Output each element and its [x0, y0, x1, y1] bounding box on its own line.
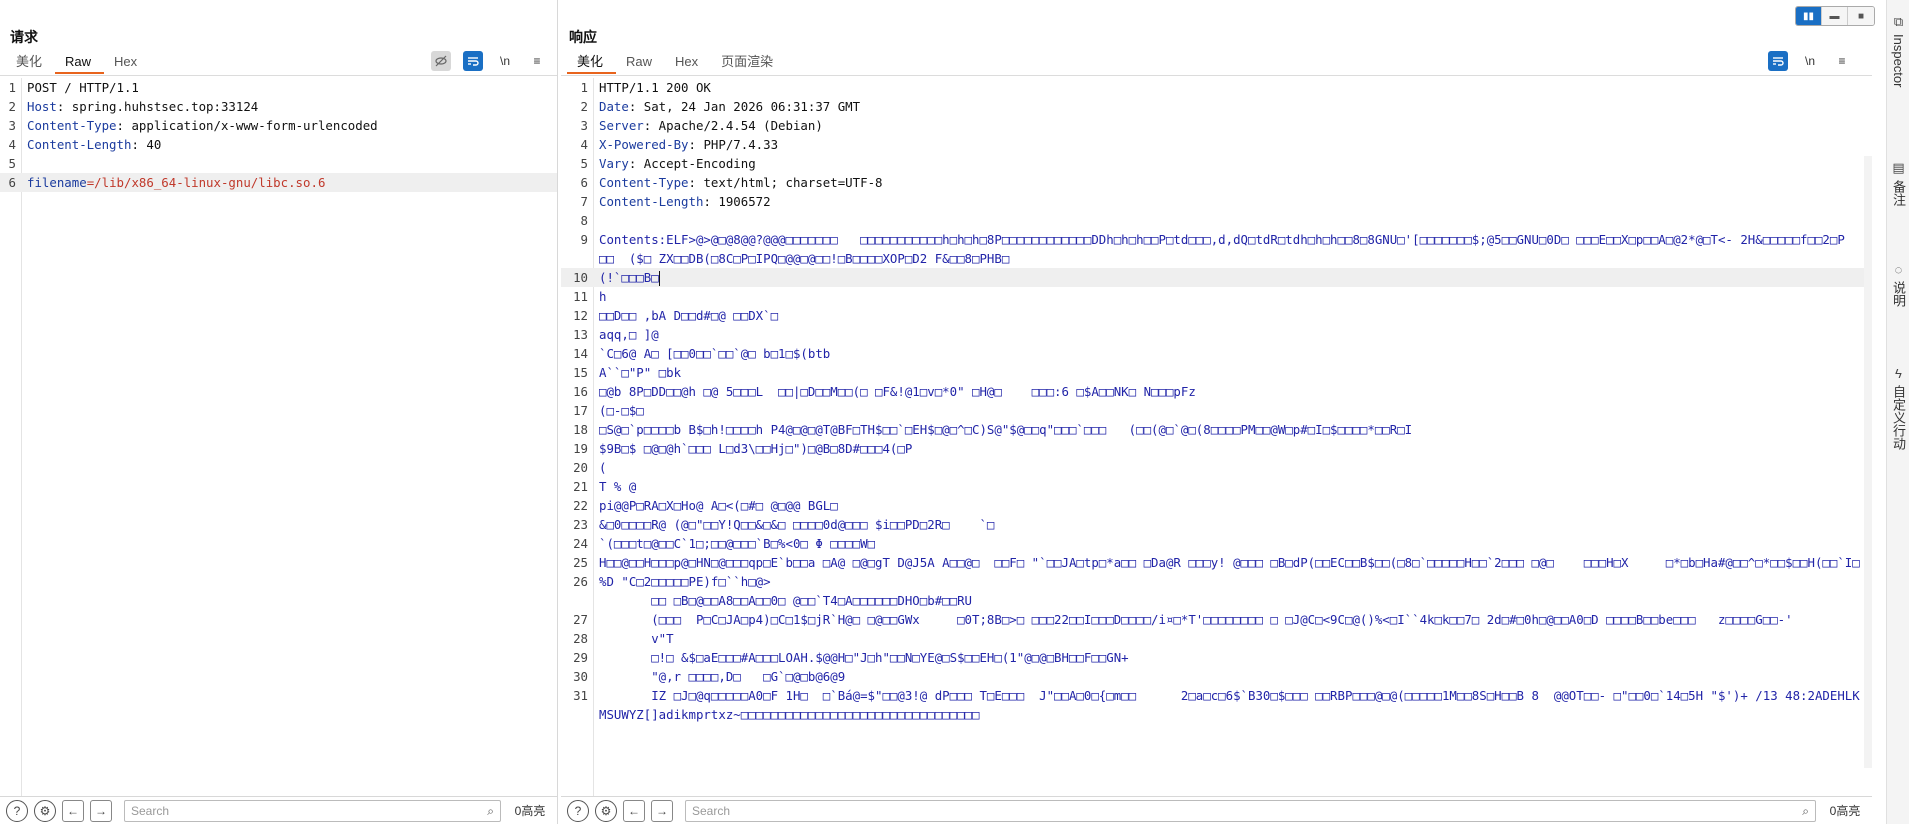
tab-hex[interactable]: Hex [104, 50, 150, 74]
single-pane-icon[interactable]: ■ [1848, 7, 1874, 25]
custom-actions-icon: ϟ [1895, 366, 1902, 381]
settings-gear-icon[interactable]: ⚙ [595, 799, 617, 822]
previous-match-icon[interactable]: ← [623, 799, 645, 822]
response-body-line: 29 □!□ &$□aE□□□#A□□□LOAH.$@@H□"J□h"□□N□Y… [573, 650, 1129, 665]
text-cursor [658, 271, 660, 286]
newline-toggle-icon[interactable]: \n [495, 51, 515, 71]
previous-match-icon[interactable]: ← [62, 799, 84, 822]
split-vertical-icon[interactable]: ▬ [1822, 7, 1848, 25]
response-body-line: 21 T % @ [573, 479, 637, 494]
rail-item-explain[interactable]: ◌ 说明 [1887, 262, 1909, 307]
response-search: ⌕ [685, 799, 1816, 822]
menu-icon[interactable]: ≡ [527, 51, 547, 71]
request-line: 4 Content-Length: 40 [8, 137, 162, 152]
match-count: 0高亮 [1829, 804, 1861, 818]
response-body-line: 26 %D "C□2□□□□□PE)f□``h□@> □□ □B□@□□A8□□A… [573, 574, 972, 608]
search-input[interactable] [125, 800, 500, 821]
tab-raw[interactable]: Raw [616, 50, 665, 74]
response-body-line: 13 aqq,□ ]@ [573, 327, 659, 342]
search-icon[interactable]: ⌕ [487, 804, 494, 819]
hide-nonprintable-icon[interactable] [431, 51, 451, 71]
response-header-line: 1 HTTP/1.1 200 OK [580, 80, 711, 95]
response-panel: 响应 美化 Raw Hex 页面渲染 \n ≡ 1 HTTP/1.1 200 OK… [561, 0, 1872, 824]
response-header-line: 3 Server: Apache/2.4.54 (Debian) [580, 118, 823, 133]
tab-raw[interactable]: Raw [55, 50, 105, 74]
request-panel: 请求 美化 Raw Hex \n ≡ 1 POST / HTTP/1.1 2 H… [0, 0, 558, 824]
settings-gear-icon[interactable]: ⚙ [34, 799, 56, 822]
match-count: 0高亮 [514, 804, 546, 818]
rail-item-inspector[interactable]: ⧉ Inspector [1887, 14, 1909, 87]
response-header-line: 2 Date: Sat, 24 Jan 2026 06:31:37 GMT [580, 99, 861, 114]
wrap-lines-icon[interactable] [463, 51, 483, 71]
response-body-line: 11 h [573, 289, 607, 304]
response-header-line: 4 X-Powered-By: PHP/7.4.33 [580, 137, 779, 152]
help-icon[interactable]: ? [567, 799, 589, 822]
explain-icon: ◌ [1894, 262, 1903, 277]
next-match-icon[interactable]: → [90, 799, 112, 822]
layout-toggle: ▮▮ ▬ ■ [1795, 6, 1875, 26]
help-icon[interactable]: ? [6, 799, 28, 822]
response-body-line: 30 "@,r □□□□,D□ □G`□@□b@6@9 [573, 669, 846, 684]
response-header-line: 8 [580, 213, 588, 228]
tabs-divider [561, 75, 1872, 76]
response-body-line: 25 H□□@□□H□□□p@□HN□@□□□qp□E`b□□a □A@ □@□g… [573, 555, 1860, 570]
notes-icon: ▤ [1892, 160, 1905, 175]
response-body-line: 10 (!`□□□B□ [561, 268, 1872, 287]
response-body-line: 24 `(□□□t□@□□C`1□;□□@□□□`B□%<0□ Φ □□□□W□ [573, 536, 876, 551]
response-header-line: 6 Content-Type: text/html; charset=UTF-8 [580, 175, 883, 190]
response-tabs: 美化 Raw Hex 页面渲染 [567, 50, 786, 74]
response-header-line: 5 Vary: Accept-Encoding [580, 156, 756, 171]
response-body-line: 12 □□D□□ ,bA D□□d#□@ □□DX`□ [573, 308, 779, 323]
response-body-line: 27 (□□□ P□C□JA□p4)□C□1$□jR`H@□ □@□□GWx □… [573, 612, 1793, 627]
response-body-line: 17 (□-□$□ [573, 403, 644, 418]
request-line: 6 filename=/lib/x86_64-linux-gnu/libc.so… [0, 173, 557, 192]
request-line: 1 POST / HTTP/1.1 [8, 80, 139, 95]
request-editor[interactable]: 1 POST / HTTP/1.1 2 Host: spring.huhstse… [0, 78, 557, 796]
response-title: 响应 [569, 29, 597, 45]
inspector-side-rail: ⧉ Inspector ▤ 备注 ◌ 说明 ϟ 自定义行动 [1886, 0, 1909, 824]
tabs-divider [0, 75, 557, 76]
request-title: 请求 [10, 29, 38, 45]
request-statusbar: ? ⚙ ← → ⌕ 0高亮 [0, 796, 557, 824]
split-horizontal-icon[interactable]: ▮▮ [1796, 7, 1822, 25]
request-line: 3 Content-Type: application/x-www-form-u… [8, 118, 378, 133]
response-body-line: 9 Contents:ELF>@>@□@8@@?@@@□□□□□□□ □□□□□□… [580, 232, 1860, 266]
request-line: 2 Host: spring.huhstsec.top:33124 [8, 99, 259, 114]
response-header-line: 7 Content-Length: 1906572 [580, 194, 771, 209]
wrap-lines-icon[interactable] [1768, 51, 1788, 71]
response-body-line: 18 □S@□`p□□□□b B$□h!□□□□h P4@□@□@T@BF□TH$… [573, 422, 1413, 437]
response-body-line: 15 A``□"P" □bk [573, 365, 682, 380]
menu-icon[interactable]: ≡ [1832, 51, 1852, 71]
tab-hex[interactable]: Hex [665, 50, 711, 74]
response-body-line: 16 □@b 8P□DD□□@h □@ 5□□□L □□|□D□□M□□(□ □F… [573, 384, 1196, 399]
request-search: ⌕ [124, 799, 501, 822]
response-body-line: 14 `C□6@ A□ [□□0□□`□□`@□ b□1□$(btb [573, 346, 831, 361]
response-statusbar: ? ⚙ ← → ⌕ 0高亮 [561, 796, 1872, 824]
request-tools: \n ≡ [431, 50, 547, 72]
newline-toggle-icon[interactable]: \n [1800, 51, 1820, 71]
vertical-scrollbar[interactable] [1864, 156, 1872, 768]
response-body-line: 23 &□0□□□□R@ (@□"□□Y!Q□□&□&□ □□□□0d@□□□ $… [573, 517, 995, 532]
rail-item-notes[interactable]: ▤ 备注 [1887, 160, 1909, 206]
response-body-line: 19 $9B□$ □@□@h`□□□ L□d3\□□Hj□")□@B□8D#□□□… [573, 441, 913, 456]
response-body-line: 20( [573, 460, 607, 475]
rail-item-custom-actions[interactable]: ϟ 自定义行动 [1887, 366, 1909, 450]
response-editor[interactable]: 1 HTTP/1.1 200 OK 2 Date: Sat, 24 Jan 2026 … [561, 78, 1872, 796]
request-line: 5 [8, 156, 16, 171]
response-body-line: 28 v"T [573, 631, 674, 646]
inspector-icon: ⧉ [1893, 14, 1904, 29]
tab-pretty[interactable]: 美化 [567, 50, 617, 74]
response-body-line: 31 IZ □J□@q□□□□□A0□F 1H□ □`Bá@=$"□□@3!@ … [573, 688, 1860, 722]
search-input[interactable] [686, 800, 1815, 821]
tab-pretty[interactable]: 美化 [6, 50, 55, 74]
search-icon[interactable]: ⌕ [1802, 804, 1809, 819]
request-tabs: 美化 Raw Hex [6, 50, 150, 74]
tab-render[interactable]: 页面渲染 [711, 50, 786, 74]
next-match-icon[interactable]: → [651, 799, 673, 822]
response-tools: \n ≡ [1768, 50, 1852, 72]
response-body-line: 22 pi@@P□RA□X□Ho@ A□<(□#□ @□@@ BGL□ [573, 498, 838, 513]
